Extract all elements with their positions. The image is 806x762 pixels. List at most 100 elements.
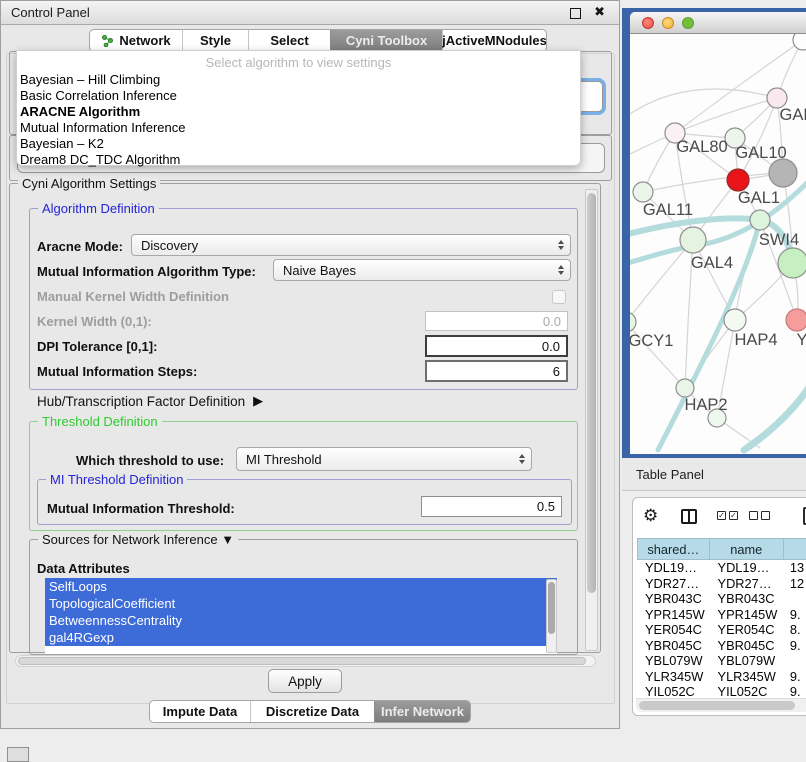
table-cell: YPR145W bbox=[637, 607, 710, 623]
mi-threshold-input[interactable]: 0.5 bbox=[421, 496, 562, 517]
algorithm-option[interactable]: Bayesian – K2 bbox=[17, 136, 580, 152]
settings-vertical-scrollbar[interactable] bbox=[585, 189, 598, 651]
dpi-tolerance-input[interactable]: 0.0 bbox=[425, 335, 568, 357]
dpi-tolerance-label: DPI Tolerance [0,1]: bbox=[37, 339, 157, 354]
algorithm-option[interactable]: ARACNE Algorithm bbox=[17, 104, 580, 120]
node-label: HAP4 bbox=[734, 331, 777, 349]
attribute-item[interactable]: BetweennessCentrality bbox=[45, 612, 557, 629]
bottom-tab-impute-data[interactable]: Impute Data bbox=[150, 701, 250, 722]
aracne-mode-label: Aracne Mode: bbox=[37, 239, 123, 254]
table-cell: 9. bbox=[784, 607, 806, 623]
kernel-width-input[interactable]: 0.0 bbox=[425, 311, 568, 331]
mi-type-value: Naive Bayes bbox=[283, 263, 356, 278]
columns-icon[interactable] bbox=[681, 509, 697, 524]
table-row[interactable]: YBR043CYBR043C bbox=[637, 591, 806, 607]
tab-select[interactable]: Select bbox=[248, 30, 330, 51]
mi-steps-input[interactable]: 6 bbox=[425, 360, 568, 382]
node-label: GCY1 bbox=[630, 332, 673, 350]
close-traffic-icon[interactable] bbox=[642, 17, 654, 29]
table-cell: 9. bbox=[784, 638, 806, 654]
select-all-checks-icon[interactable]: ✓✓ bbox=[717, 511, 738, 520]
column-header[interactable] bbox=[784, 538, 806, 560]
network-node[interactable] bbox=[630, 312, 636, 332]
control-panel-tabbar: Network Style Select Cyni Toolbox jActiveMNo… bbox=[89, 29, 547, 52]
data-attributes-list[interactable]: SelfLoopsTopologicalCoefficientBetweenne… bbox=[45, 578, 557, 654]
close-icon[interactable]: ✖ bbox=[594, 4, 605, 20]
bottom-tab-discretize-data[interactable]: Discretize Data bbox=[250, 701, 374, 722]
algorithm-option[interactable]: Bayesian – Hill Climbing bbox=[17, 72, 580, 88]
aracne-mode-select[interactable]: Discovery bbox=[131, 234, 571, 256]
network-window-titlebar[interactable] bbox=[630, 12, 806, 34]
algorithm-definition-title: Algorithm Definition bbox=[38, 201, 159, 216]
tab-network[interactable]: Network bbox=[90, 30, 182, 51]
apply-button[interactable]: Apply bbox=[268, 669, 342, 693]
attribute-item[interactable]: gal4RGexp bbox=[45, 629, 557, 646]
table-cell: YDR27… bbox=[710, 576, 784, 592]
network-node[interactable] bbox=[793, 34, 806, 50]
attribute-item[interactable]: TopologicalCoefficient bbox=[45, 595, 557, 612]
tab-label: Cyni Toolbox bbox=[346, 33, 427, 48]
algorithm-option[interactable]: Mutual Information Inference bbox=[17, 120, 580, 136]
network-node[interactable] bbox=[680, 227, 706, 253]
table-row[interactable]: YLR345WYLR345W9. bbox=[637, 669, 806, 685]
tab-label: Select bbox=[270, 33, 308, 48]
network-node[interactable] bbox=[786, 309, 806, 331]
tab-style[interactable]: Style bbox=[182, 30, 248, 51]
hub-definition-toggle[interactable]: Hub/Transcription Factor Definition ▶ bbox=[37, 393, 263, 409]
gear-icon[interactable]: ⚙ bbox=[643, 506, 658, 526]
table-cell: YLR345W bbox=[710, 669, 784, 685]
attribute-item[interactable]: SelfLoops bbox=[45, 578, 557, 595]
table-cell: 13 bbox=[784, 560, 806, 576]
manual-kernel-checkbox[interactable] bbox=[552, 290, 566, 304]
tab-label: Network bbox=[119, 33, 170, 48]
table-cell: 9. bbox=[784, 669, 806, 685]
table-row[interactable]: YDL19…YDL19…13 bbox=[637, 560, 806, 576]
network-node[interactable] bbox=[769, 159, 797, 187]
network-node[interactable] bbox=[633, 182, 653, 202]
table-row[interactable]: YPR145WYPR145W9. bbox=[637, 607, 806, 623]
table-cell: YBR045C bbox=[710, 638, 784, 654]
dropdown-placeholder: Select algorithm to view settings bbox=[17, 54, 580, 72]
table-row[interactable]: YER054CYER054C8. bbox=[637, 622, 806, 638]
network-node[interactable] bbox=[767, 88, 787, 108]
mi-type-select[interactable]: Naive Bayes bbox=[273, 259, 571, 281]
zoom-traffic-icon[interactable] bbox=[682, 17, 694, 29]
network-node[interactable] bbox=[724, 309, 746, 331]
table-row[interactable]: YBL079WYBL079W bbox=[637, 653, 806, 669]
attributes-scrollbar[interactable] bbox=[546, 579, 557, 653]
algorithm-option[interactable]: Dream8 DC_TDC Algorithm bbox=[17, 152, 580, 168]
kernel-width-label: Kernel Width (0,1): bbox=[37, 314, 152, 329]
table-row[interactable]: YBR045CYBR045C9. bbox=[637, 638, 806, 654]
table-horizontal-scrollbar[interactable] bbox=[636, 698, 806, 712]
which-threshold-select[interactable]: MI Threshold bbox=[236, 447, 532, 471]
tab-cyni-toolbox[interactable]: Cyni Toolbox bbox=[330, 30, 442, 51]
table-cell: YBL079W bbox=[637, 653, 710, 669]
aracne-mode-value: Discovery bbox=[141, 238, 198, 253]
deselect-all-checks-icon[interactable] bbox=[749, 511, 770, 520]
table-panel-bar: Table Panel bbox=[622, 458, 806, 491]
network-canvas[interactable]: GALGAL80GAL10GAL1GAL11SWI4GAL4GCY1HAP4YH… bbox=[630, 34, 806, 454]
column-header[interactable]: shared… bbox=[637, 538, 710, 560]
float-window-icon[interactable] bbox=[570, 8, 581, 19]
settings-group-title: Cyni Algorithm Settings bbox=[18, 176, 160, 191]
column-header[interactable]: name bbox=[710, 538, 784, 560]
bottom-left-partial-button[interactable] bbox=[7, 747, 29, 762]
tab-jactivemnodules[interactable]: jActiveMNodules bbox=[442, 30, 546, 51]
data-attributes-label: Data Attributes bbox=[37, 561, 130, 576]
bottom-tabbar: Impute DataDiscretize DataInfer Network bbox=[149, 700, 471, 723]
bottom-tab-infer-network[interactable]: Infer Network bbox=[374, 701, 470, 722]
hub-definition-label: Hub/Transcription Factor Definition bbox=[37, 394, 245, 409]
settings-horizontal-scrollbar[interactable] bbox=[15, 655, 596, 667]
table-row[interactable]: YDR27…YDR27…12 bbox=[637, 576, 806, 592]
algorithm-option[interactable]: Basic Correlation Inference bbox=[17, 88, 580, 104]
network-node[interactable] bbox=[727, 169, 749, 191]
stepper-icon bbox=[558, 265, 564, 275]
minimize-traffic-icon[interactable] bbox=[662, 17, 674, 29]
network-node[interactable] bbox=[778, 248, 806, 278]
chevron-down-icon[interactable]: ▼ bbox=[221, 532, 234, 547]
network-node[interactable] bbox=[750, 210, 770, 230]
tab-label: Style bbox=[200, 33, 231, 48]
network-node[interactable] bbox=[676, 379, 694, 397]
node-label: GAL bbox=[779, 106, 806, 124]
chevron-right-icon[interactable]: ▶ bbox=[253, 393, 263, 409]
